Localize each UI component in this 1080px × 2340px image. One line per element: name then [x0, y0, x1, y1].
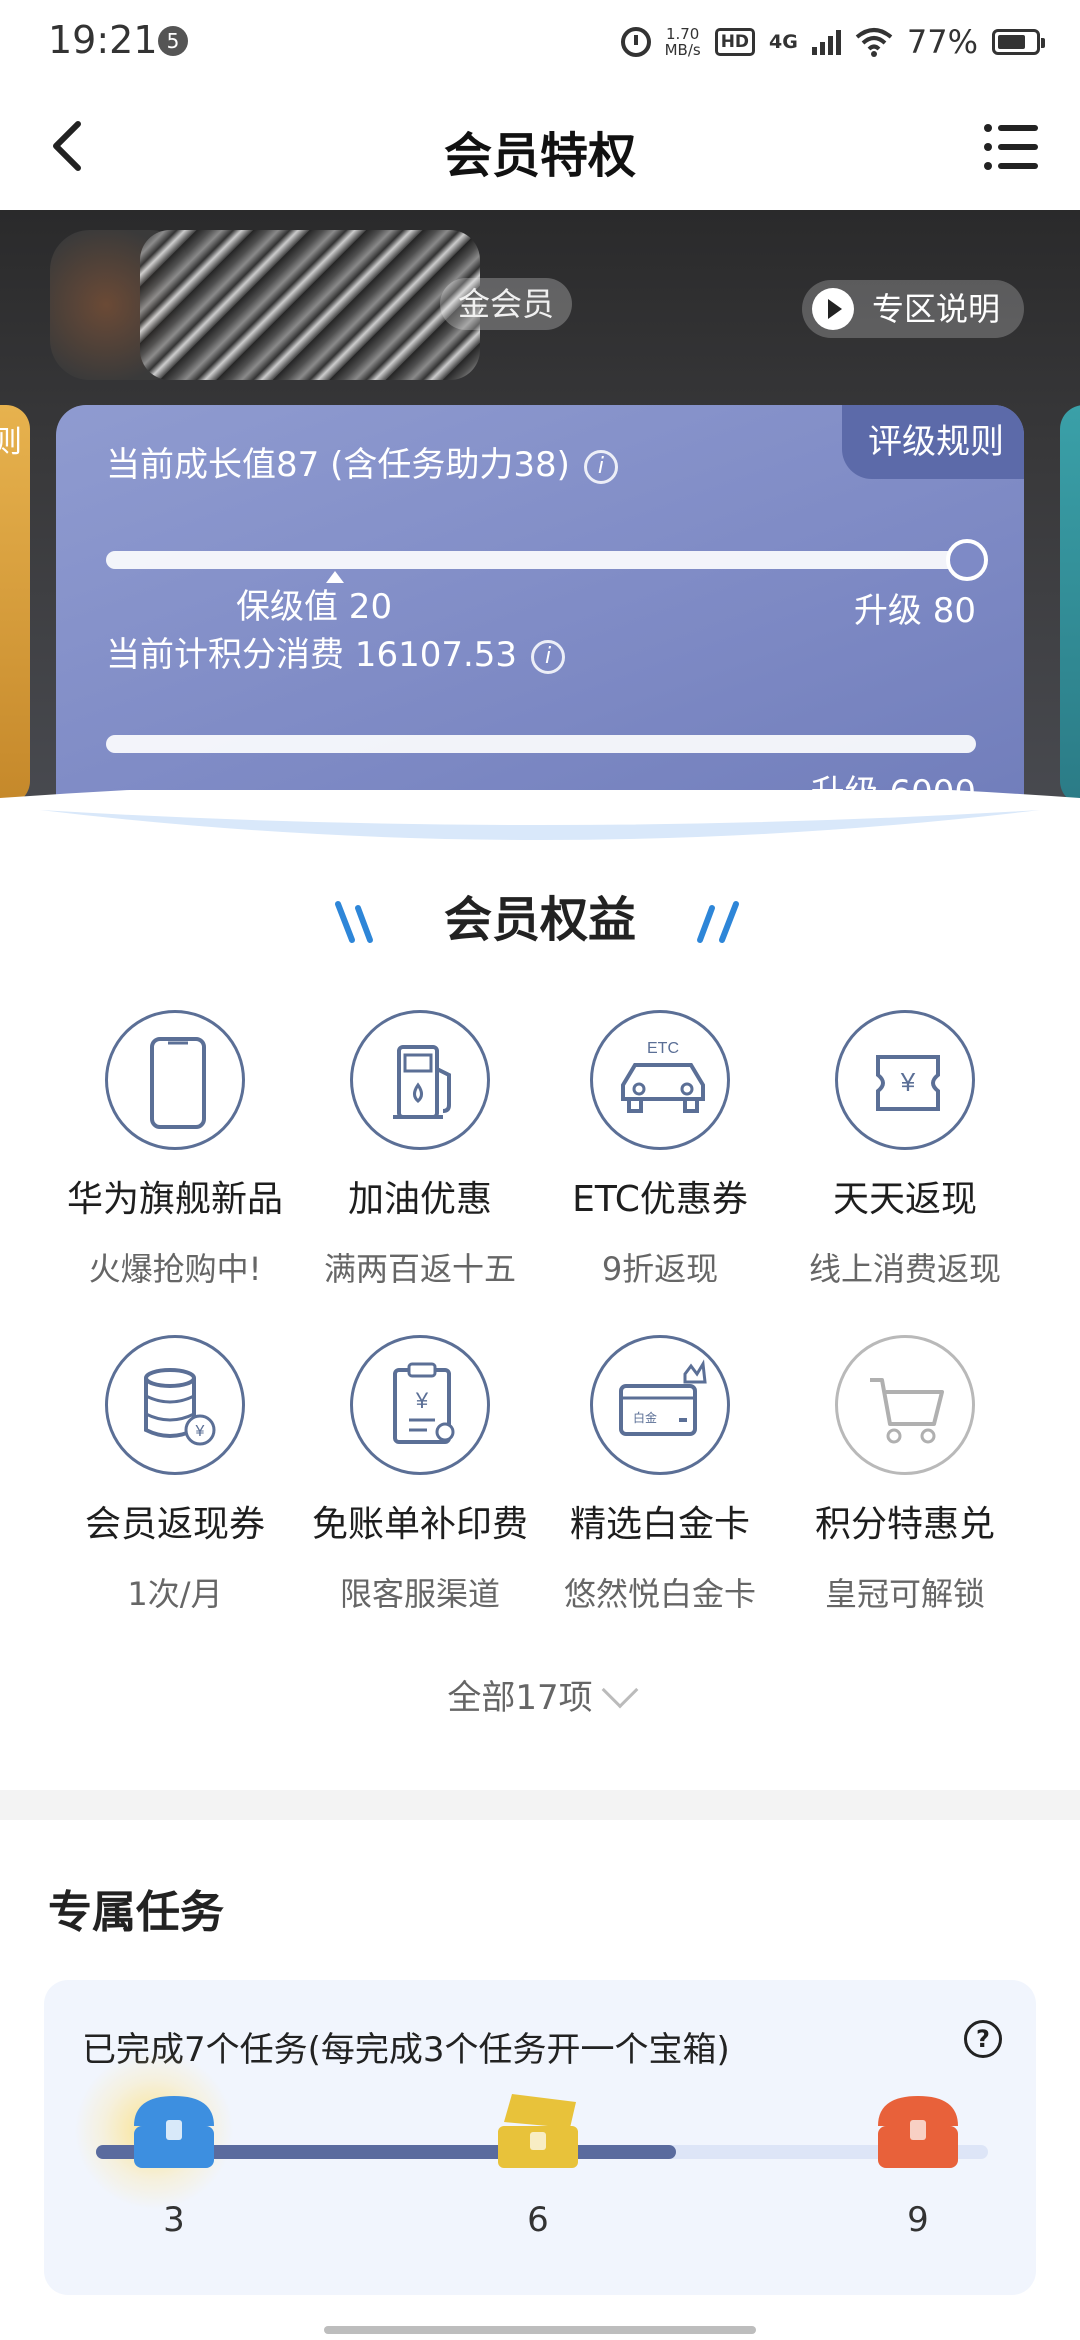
- benefit-item[interactable]: 积分特惠兑 皇冠可解锁: [770, 1335, 1040, 1615]
- treasure-chest-icon[interactable]: [492, 2092, 584, 2174]
- zone-explain-button[interactable]: 专区说明: [801, 280, 1024, 338]
- growth-value-text: 当前成长值87 (含任务助力38): [106, 445, 570, 485]
- benefits-title: 会员权益: [443, 892, 636, 948]
- milestone-label: 6: [527, 2200, 549, 2240]
- hd-icon: HD: [714, 28, 756, 56]
- shopping-cart-icon: [835, 1335, 975, 1475]
- etc-car-icon: ETC: [590, 1010, 730, 1150]
- growth-progress-bar: [106, 539, 988, 581]
- benefit-item[interactable]: ETC ETC优惠券 9折返现: [525, 1010, 795, 1290]
- member-level-badge: 金会员: [440, 278, 573, 330]
- wave-divider: [0, 790, 1080, 870]
- benefit-subtitle: 限客服渠道: [339, 1575, 500, 1613]
- battery-icon: [992, 29, 1045, 55]
- milestone-label: 3: [163, 2200, 185, 2240]
- help-icon[interactable]: ?: [964, 2020, 1002, 2058]
- list-menu-icon[interactable]: [982, 120, 1040, 174]
- benefits-header: 会员权益: [0, 870, 1080, 970]
- benefit-subtitle: 满两百返十五: [323, 1250, 516, 1288]
- notification-count-badge: 5: [158, 26, 188, 56]
- network-speed-unit: MB/s: [664, 41, 701, 59]
- wifi-icon: [855, 27, 893, 57]
- status-time: 19:21: [48, 18, 158, 62]
- slash-decoration-icon: [335, 901, 373, 943]
- spend-value-text: 当前计积分消费 16107.53: [106, 635, 518, 675]
- task-progress-card: 已完成7个任务(每完成3个任务开一个宝箱) ? 3 6 9: [44, 1980, 1036, 2295]
- yen-glyph: ¥: [900, 1067, 916, 1097]
- benefit-name: 会员返现券: [84, 1504, 265, 1545]
- nav-bar: 会员特权: [0, 86, 1080, 210]
- benefit-name: 精选白金卡: [569, 1504, 750, 1545]
- benefit-subtitle: 火爆抢购中!: [88, 1250, 262, 1288]
- home-indicator[interactable]: [324, 2326, 756, 2334]
- prev-level-card[interactable]: 则: [0, 405, 30, 805]
- growth-value-row: 当前成长值87 (含任务助力38) i: [106, 437, 618, 486]
- benefit-name: ETC优惠券: [572, 1179, 748, 1220]
- spend-progress-bar: [106, 735, 976, 753]
- battery-percent: 77%: [906, 23, 978, 61]
- platinum-card-icon: 白金: [590, 1335, 730, 1475]
- benefit-subtitle: 9折返现: [601, 1250, 719, 1288]
- treasure-chest-icon[interactable]: [128, 2092, 220, 2174]
- benefit-name: 加油优惠: [347, 1179, 492, 1220]
- benefit-item[interactable]: 加油优惠 满两百返十五: [285, 1010, 555, 1290]
- upgrade-growth-value: 升级 80: [853, 591, 976, 631]
- show-all-label: 全部17项: [447, 1678, 593, 1718]
- chevron-down-icon: [601, 1671, 639, 1709]
- play-icon: [811, 288, 854, 330]
- fuel-pump-icon: [350, 1010, 490, 1150]
- benefit-name: 华为旗舰新品: [66, 1179, 283, 1220]
- benefit-subtitle: 皇冠可解锁: [824, 1575, 985, 1613]
- info-icon[interactable]: i: [531, 639, 566, 674]
- yen-glyph: ¥: [195, 1423, 205, 1440]
- benefit-item[interactable]: ¥ 会员返现券 1次/月: [40, 1335, 310, 1615]
- zone-explain-label: 专区说明: [871, 290, 1000, 328]
- alarm-icon: [620, 27, 651, 57]
- show-all-benefits-button[interactable]: 全部17项: [0, 1670, 1080, 1719]
- network-speed: 1.70 MB/s: [665, 26, 701, 58]
- info-icon[interactable]: i: [583, 449, 618, 484]
- keep-level-value: 保级值 20: [236, 587, 393, 627]
- platinum-glyph: 白金: [633, 1410, 657, 1425]
- next-level-card[interactable]: [1060, 405, 1080, 805]
- prev-level-card-glyph: 则: [0, 425, 22, 460]
- etc-icon-text: ETC: [647, 1040, 679, 1057]
- username-redacted: [140, 230, 480, 380]
- benefit-item[interactable]: ¥ 天天返现 线上消费返现: [770, 1010, 1040, 1290]
- network-type: 4G: [769, 31, 798, 53]
- yen-glyph: ¥: [415, 1388, 429, 1413]
- slash-decoration-icon: [697, 901, 739, 943]
- benefit-item[interactable]: 华为旗舰新品 火爆抢购中!: [40, 1010, 310, 1290]
- phone-icon: [105, 1010, 245, 1150]
- spend-value-row: 当前计积分消费 16107.53 i: [106, 627, 566, 676]
- yen-ticket-icon: ¥: [835, 1010, 975, 1150]
- growth-card: 评级规则 当前成长值87 (含任务助力38) i 保级值 20 升级 80 当前计…: [56, 405, 1024, 850]
- benefit-subtitle: 悠然悦白金卡: [563, 1575, 756, 1613]
- milestone-label: 9: [907, 2200, 929, 2240]
- coin-stack-icon: ¥: [105, 1335, 245, 1475]
- benefit-item[interactable]: 白金 精选白金卡 悠然悦白金卡: [525, 1335, 795, 1615]
- rating-rules-button[interactable]: 评级规则: [842, 405, 1024, 479]
- status-icons: 1.70 MB/s HD 4G 77%: [620, 20, 1045, 64]
- benefit-subtitle: 线上消费返现: [808, 1250, 1001, 1288]
- benefit-name: 天天返现: [832, 1179, 977, 1220]
- page-title: 会员特权: [443, 128, 636, 184]
- benefit-item[interactable]: ¥ 免账单补印费 限客服渠道: [285, 1335, 555, 1615]
- member-hero: 金会员 专区说明 则 评级规则 当前成长值87 (含任务助力38) i 保级值 2…: [0, 210, 1080, 850]
- tasks-title: 专属任务: [48, 1887, 224, 1938]
- status-bar: 19:21 5 1.70 MB/s HD 4G 77%: [0, 0, 1080, 86]
- signal-icon: [811, 29, 841, 55]
- treasure-chest-icon[interactable]: [872, 2092, 964, 2174]
- benefit-name: 免账单补印费: [311, 1504, 528, 1545]
- wheat-icon: [946, 539, 988, 581]
- benefit-name: 积分特惠兑: [814, 1504, 995, 1545]
- benefit-subtitle: 1次/月: [127, 1575, 223, 1613]
- bill-icon: ¥: [350, 1335, 490, 1475]
- section-divider: [0, 1790, 1080, 1820]
